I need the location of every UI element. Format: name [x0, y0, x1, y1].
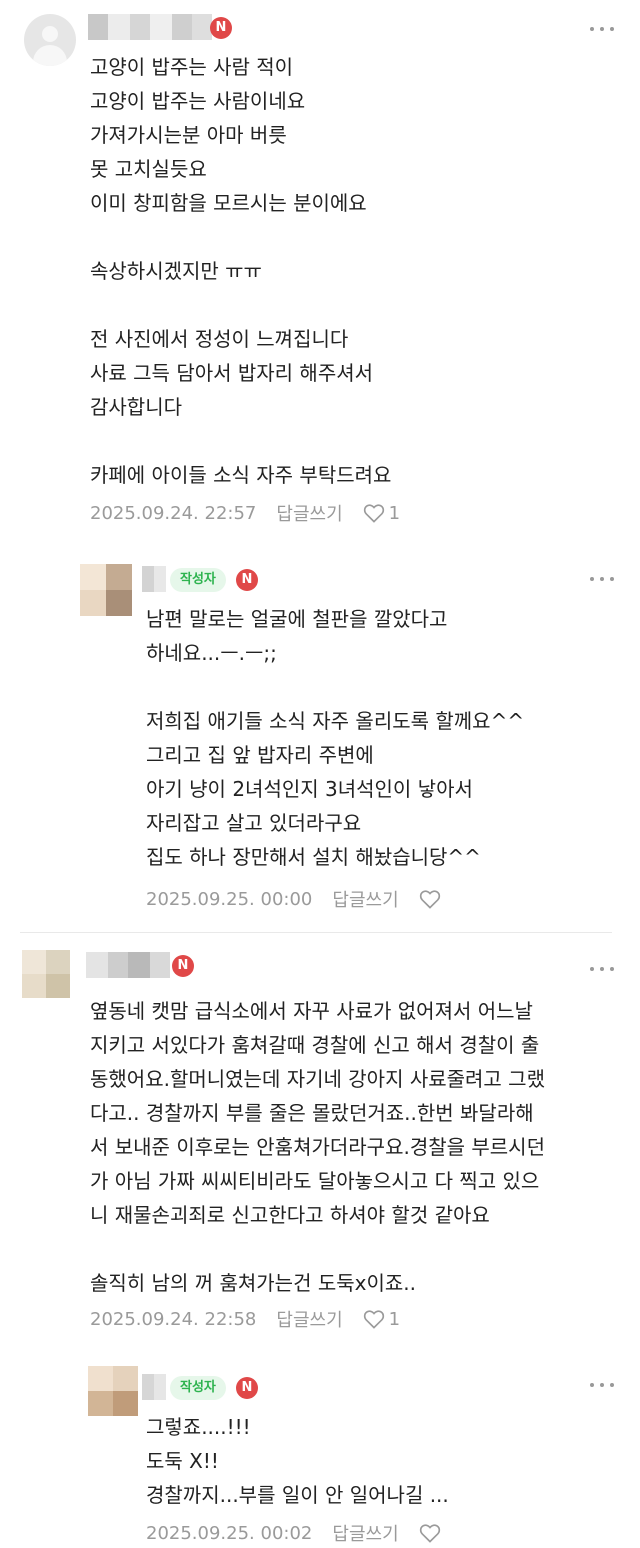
avatar[interactable] [80, 564, 132, 616]
like-button[interactable]: 1 [363, 1309, 400, 1330]
like-button[interactable]: 1 [363, 503, 400, 524]
comment-meta: 2025.09.24. 22:57 답글쓰기 1 [90, 500, 400, 526]
nickname-blurred[interactable] [88, 14, 212, 40]
reply-item: 작성자 N 그렇죠....!!! 도둑 X!! 경찰까지...부를 일이 안 일… [0, 1356, 640, 1548]
comment-item: N 고양이 밥주는 사람 적이 고양이 밥주는 사람이네요 가져가시는분 아마 … [0, 0, 640, 540]
reply-button[interactable]: 답글쓰기 [276, 500, 342, 526]
heart-outline-icon [419, 890, 440, 909]
reply-item: 작성자 N 남편 말로는 얼굴에 철판을 깔았다고 하네요...ㅡ.ㅡ;; 저희… [0, 540, 640, 930]
comment-date: 2025.09.25. 00:02 [146, 1522, 313, 1544]
new-badge: N [210, 17, 232, 39]
like-button[interactable] [419, 889, 445, 909]
like-count: 1 [388, 1308, 401, 1330]
comment-meta: 2025.09.25. 00:00 답글쓰기 [146, 886, 445, 912]
avatar[interactable] [88, 1366, 138, 1416]
nickname-blurred[interactable] [142, 1374, 166, 1400]
more-options-icon[interactable] [590, 24, 614, 34]
comment-date: 2025.09.24. 22:57 [90, 502, 257, 524]
comment-item: N 옆동네 캣맘 급식소에서 자꾸 사료가 없어져서 어느날 지키고 서있다가 … [0, 940, 640, 1360]
nickname-blurred[interactable] [86, 952, 170, 978]
heart-outline-icon [363, 504, 384, 523]
new-badge: N [172, 955, 194, 977]
heart-outline-icon [419, 1524, 440, 1543]
avatar[interactable] [24, 14, 76, 66]
heart-outline-icon [363, 1310, 384, 1329]
reply-button[interactable]: 답글쓰기 [332, 1520, 398, 1546]
like-button[interactable] [419, 1523, 445, 1543]
comment-text: 옆동네 캣맘 급식소에서 자꾸 사료가 없어져서 어느날 지키고 서있다가 훔쳐… [90, 999, 545, 1295]
new-badge: N [236, 1377, 258, 1399]
new-badge: N [236, 569, 258, 591]
nickname-blurred[interactable] [142, 566, 166, 592]
like-count: 1 [388, 502, 401, 524]
comment-text: 그렇죠....!!! 도둑 X!! 경찰까지...부를 일이 안 일어나길 ..… [146, 1415, 449, 1507]
avatar-head-shape [42, 26, 58, 42]
avatar[interactable] [22, 950, 70, 998]
comment-text: 남편 말로는 얼굴에 철판을 깔았다고 하네요...ㅡ.ㅡ;; 저희집 애기들 … [146, 607, 525, 869]
comment-meta: 2025.09.24. 22:58 답글쓰기 1 [90, 1306, 400, 1332]
reply-button[interactable]: 답글쓰기 [276, 1306, 342, 1332]
comment-divider [20, 932, 612, 933]
author-badge: 작성자 [170, 568, 226, 592]
reply-button[interactable]: 답글쓰기 [332, 886, 398, 912]
comment-date: 2025.09.25. 00:00 [146, 888, 313, 910]
comment-meta: 2025.09.25. 00:02 답글쓰기 [146, 1520, 445, 1546]
author-badge: 작성자 [170, 1376, 226, 1400]
more-options-icon[interactable] [590, 1380, 614, 1390]
comment-text: 고양이 밥주는 사람 적이 고양이 밥주는 사람이네요 가져가시는분 아마 버릇… [90, 55, 392, 487]
more-options-icon[interactable] [590, 964, 614, 974]
more-options-icon[interactable] [590, 574, 614, 584]
avatar-body-shape [33, 45, 67, 66]
comment-date: 2025.09.24. 22:58 [90, 1308, 257, 1330]
